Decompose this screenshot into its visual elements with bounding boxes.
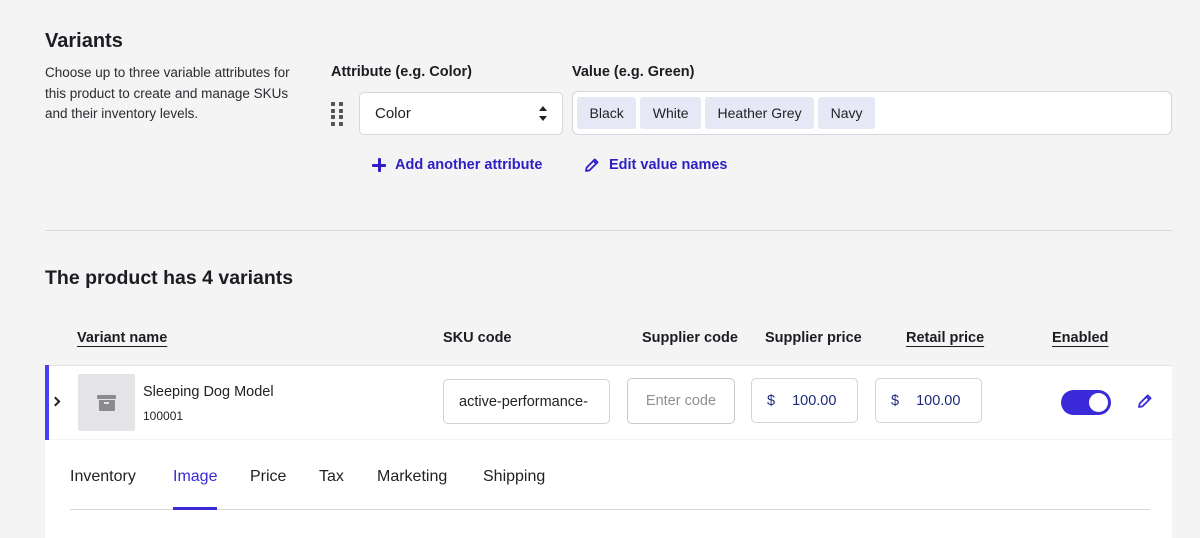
- value-label: Value (e.g. Green): [572, 64, 695, 80]
- variants-title: Variants: [45, 30, 123, 52]
- tab-marketing[interactable]: Marketing: [377, 468, 447, 486]
- add-attribute-button[interactable]: Add another attribute: [372, 157, 542, 173]
- retail-price-input[interactable]: $ 100.00: [875, 378, 982, 423]
- column-header-supplier-price: Supplier price: [765, 330, 862, 346]
- value-tag[interactable]: Heather Grey: [705, 97, 815, 129]
- active-tab-indicator: [173, 507, 217, 510]
- supplier-code-input[interactable]: Enter code: [627, 378, 735, 424]
- value-tag[interactable]: Black: [577, 97, 637, 129]
- supplier-code-placeholder: Enter code: [645, 393, 717, 409]
- attribute-select[interactable]: Color: [359, 92, 563, 135]
- retail-price-value: 100.00: [916, 392, 961, 409]
- column-header-sku-code: SKU code: [443, 330, 512, 346]
- tabs-underline: [70, 509, 1150, 510]
- variant-name: Sleeping Dog Model: [143, 384, 274, 400]
- column-header-retail-price[interactable]: Retail price: [906, 330, 984, 346]
- column-header-supplier-code: Supplier code: [642, 330, 738, 346]
- sku-code-input[interactable]: active-performance-: [443, 379, 610, 424]
- variant-detail-panel: [45, 440, 1172, 538]
- add-attribute-label: Add another attribute: [395, 157, 543, 173]
- value-tag[interactable]: White: [640, 97, 702, 129]
- attribute-select-value: Color: [375, 105, 411, 122]
- toggle-knob: [1089, 393, 1108, 412]
- sku-code-value: active-performance-: [459, 393, 588, 410]
- select-arrows-icon: [539, 106, 547, 121]
- plus-icon: [372, 158, 386, 172]
- edit-value-names-button[interactable]: Edit value names: [584, 157, 727, 173]
- tab-tax[interactable]: Tax: [319, 468, 344, 486]
- variants-description: Choose up to three variable attributes f…: [45, 65, 290, 121]
- variants-count-title: The product has 4 variants: [45, 267, 294, 289]
- pencil-icon: [585, 158, 599, 172]
- currency-symbol: $: [891, 392, 900, 409]
- section-divider: [45, 230, 1172, 231]
- chevron-right-icon[interactable]: [50, 393, 62, 409]
- value-tag[interactable]: Navy: [818, 97, 875, 129]
- edit-value-names-label: Edit value names: [609, 157, 728, 173]
- attribute-label: Attribute (e.g. Color): [331, 64, 472, 80]
- column-header-enabled[interactable]: Enabled: [1052, 330, 1108, 346]
- tab-shipping[interactable]: Shipping: [483, 468, 545, 486]
- variant-thumbnail[interactable]: [78, 374, 135, 431]
- column-header-variant-name[interactable]: Variant name: [77, 330, 167, 346]
- currency-symbol: $: [767, 392, 776, 409]
- enabled-toggle[interactable]: [1061, 390, 1111, 415]
- tab-price[interactable]: Price: [250, 468, 286, 486]
- pencil-icon[interactable]: [1137, 393, 1153, 409]
- tab-image[interactable]: Image: [173, 468, 217, 486]
- tab-inventory[interactable]: Inventory: [70, 468, 136, 486]
- box-icon: [97, 394, 116, 411]
- drag-handle-icon[interactable]: [331, 102, 343, 126]
- supplier-price-input[interactable]: $ 100.00: [751, 378, 858, 423]
- value-tags-input[interactable]: Black White Heather Grey Navy: [572, 91, 1172, 135]
- supplier-price-value: 100.00: [792, 392, 837, 409]
- variant-code: 100001: [143, 409, 184, 423]
